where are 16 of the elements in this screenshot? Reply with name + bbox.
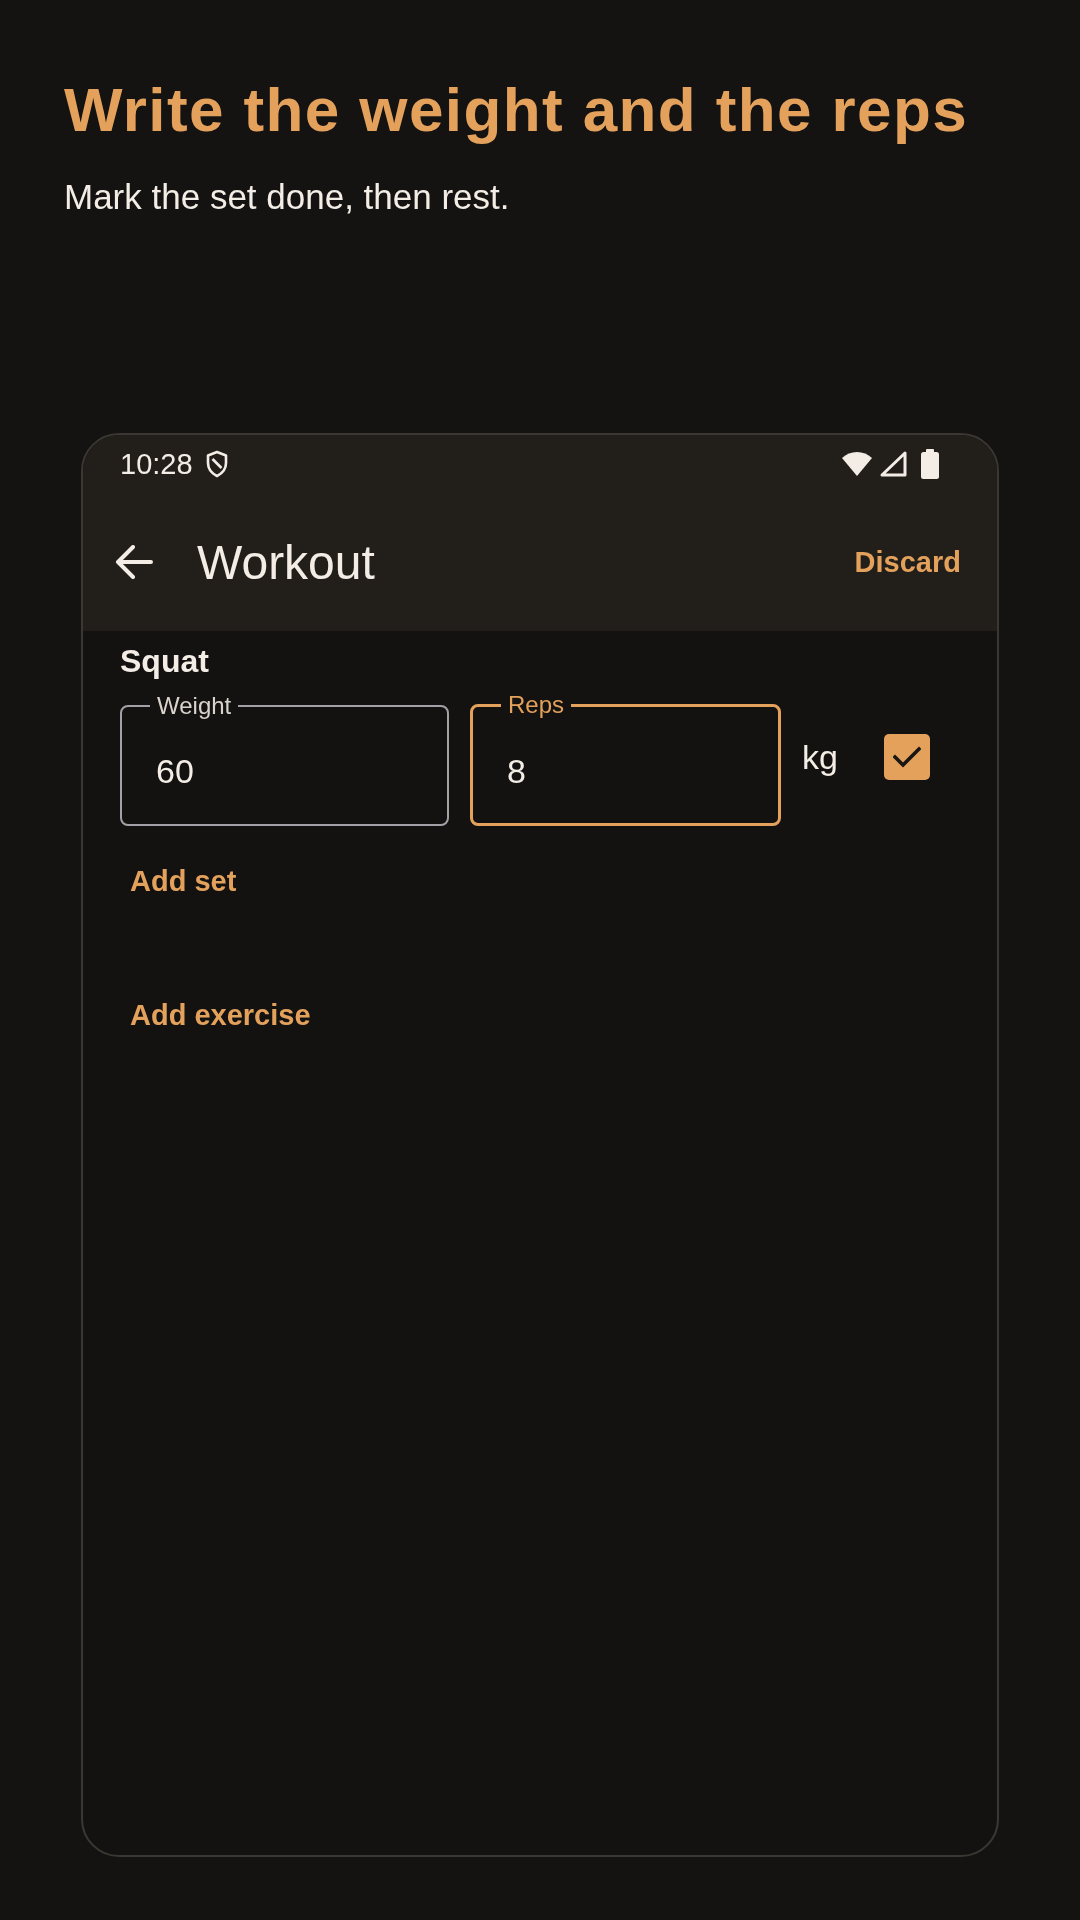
exercise-name: Squat bbox=[120, 642, 209, 681]
add-exercise-button[interactable]: Add exercise bbox=[108, 985, 333, 1045]
app-bar-title: Workout bbox=[197, 534, 376, 590]
discard-button[interactable]: Discard bbox=[846, 533, 969, 591]
shield-icon bbox=[204, 450, 229, 478]
status-time: 10:28 bbox=[120, 447, 193, 481]
page-heading: Write the weight and the reps bbox=[64, 74, 970, 146]
checkmark-icon bbox=[892, 746, 921, 768]
page-subtitle: Mark the set done, then rest. bbox=[64, 176, 511, 218]
back-arrow-icon bbox=[115, 545, 153, 579]
add-set-button[interactable]: Add set bbox=[108, 851, 259, 911]
battery-icon bbox=[921, 449, 939, 479]
signal-icon bbox=[880, 451, 907, 477]
unit-label: kg bbox=[802, 737, 838, 777]
wifi-icon bbox=[842, 452, 872, 476]
checkbox[interactable] bbox=[883, 734, 930, 780]
